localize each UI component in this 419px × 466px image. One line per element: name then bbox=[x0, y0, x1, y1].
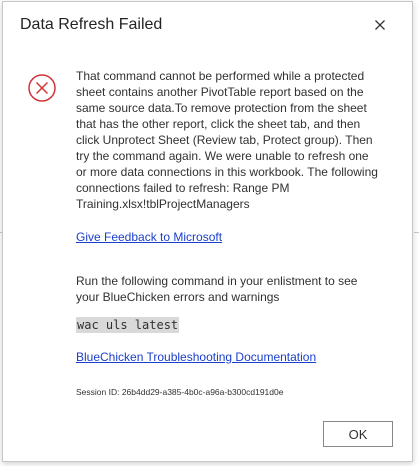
give-feedback-link[interactable]: Give Feedback to Microsoft bbox=[76, 229, 222, 245]
dialog-content: That command cannot be performed while a… bbox=[76, 68, 381, 397]
close-button[interactable] bbox=[367, 12, 393, 38]
error-circle-x-icon bbox=[27, 73, 57, 103]
data-refresh-failed-dialog: Data Refresh Failed That command cannot … bbox=[2, 1, 413, 462]
error-message: That command cannot be performed while a… bbox=[76, 69, 378, 211]
background-divider bbox=[414, 232, 419, 233]
run-command-instructions: Run the following command in your enlist… bbox=[76, 274, 358, 304]
troubleshooting-docs-link[interactable]: BlueChicken Troubleshooting Documentatio… bbox=[76, 349, 316, 365]
dialog-title: Data Refresh Failed bbox=[20, 16, 163, 33]
session-id: Session ID: 26b4dd29-a385-4b0c-a96a-b300… bbox=[76, 387, 284, 397]
close-icon bbox=[375, 20, 385, 30]
ok-button[interactable]: OK bbox=[323, 421, 393, 447]
uls-command: wac uls latest bbox=[76, 317, 180, 333]
page: Data Refresh Failed That command cannot … bbox=[0, 0, 419, 466]
